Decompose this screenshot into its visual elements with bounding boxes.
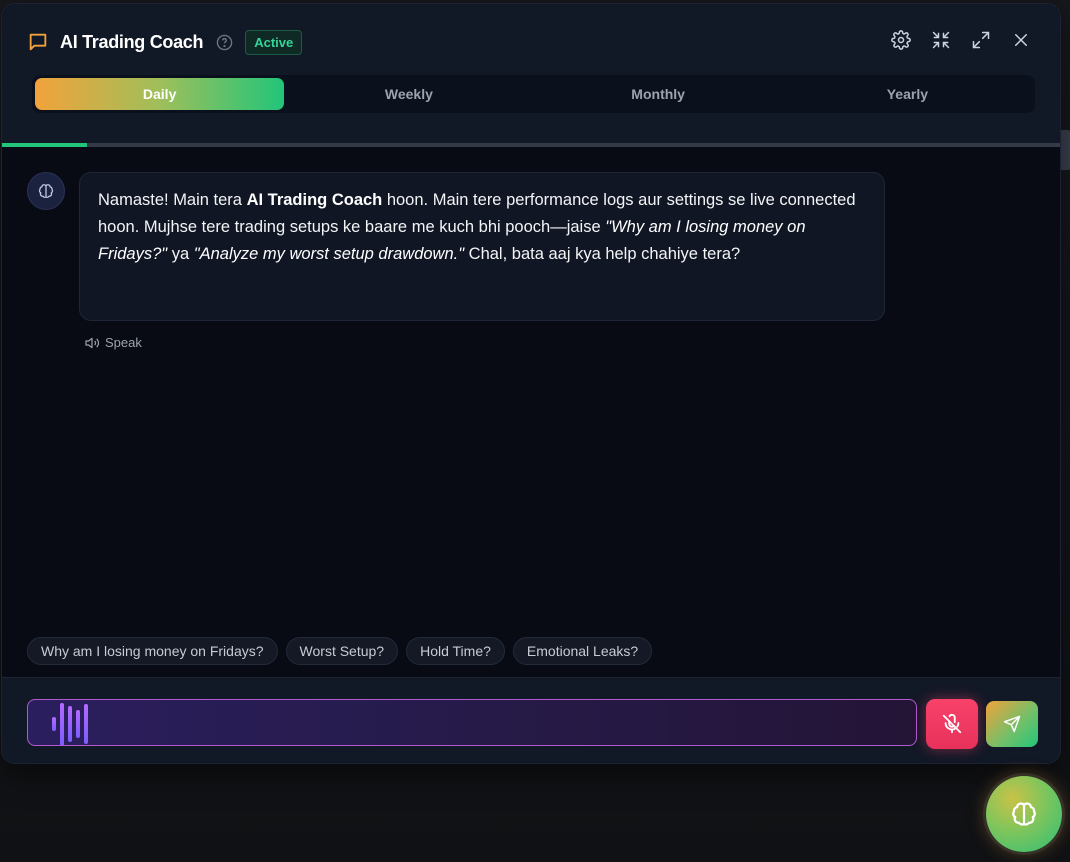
speak-button[interactable]: Speak	[84, 335, 142, 350]
message-text: ya	[167, 245, 194, 263]
close-icon	[1015, 34, 1027, 46]
brain-icon	[1012, 802, 1036, 826]
assistant-message: Namaste! Main tera AI Trading Coach hoon…	[79, 172, 885, 321]
minimize-icon	[932, 31, 950, 49]
help-circle-icon[interactable]	[215, 33, 233, 51]
status-badge: Active	[245, 29, 303, 55]
suggestion-chip[interactable]: Emotional Leaks?	[512, 637, 653, 665]
speak-label: Speak	[105, 335, 142, 350]
voice-input[interactable]	[27, 699, 917, 746]
message-bold: AI Trading Coach	[246, 191, 383, 209]
expand-button[interactable]	[970, 29, 992, 51]
progress-fill	[2, 143, 87, 147]
message-text: Namaste! Main tera	[98, 191, 247, 209]
message-quote: "Analyze my worst setup drawdown."	[193, 245, 465, 263]
audio-waveform	[50, 700, 110, 745]
header-actions	[890, 29, 1032, 51]
send-icon	[1003, 715, 1021, 733]
message-text: Chal, bata aaj kya help chahiye tera?	[464, 245, 741, 263]
settings-button[interactable]	[890, 29, 912, 51]
maximize-icon	[972, 31, 990, 49]
suggestion-chip[interactable]: Worst Setup?	[285, 637, 399, 665]
tab-weekly[interactable]: Weekly	[284, 78, 533, 110]
mic-off-button[interactable]	[926, 699, 978, 749]
speaker-icon	[85, 337, 99, 348]
tab-daily[interactable]: Daily	[35, 78, 285, 110]
composer	[2, 677, 1060, 763]
coach-launcher-button[interactable]	[986, 776, 1062, 852]
suggestion-chip[interactable]: Hold Time?	[406, 637, 505, 665]
suggestion-chips: Why am I losing money on Fridays? Worst …	[27, 637, 653, 665]
gear-icon	[891, 30, 911, 50]
close-button[interactable]	[1010, 29, 1032, 51]
panel-header: AI Trading Coach Active Daily Weekly Mon…	[2, 4, 1060, 143]
page-title: AI Trading Coach	[60, 31, 204, 52]
period-tabs: Daily Weekly Monthly Yearly	[32, 75, 1035, 113]
coach-panel: AI Trading Coach Active Daily Weekly Mon…	[1, 3, 1061, 764]
chat-bubble-icon	[27, 31, 49, 53]
tab-yearly[interactable]: Yearly	[783, 78, 1032, 110]
collapse-button[interactable]	[930, 29, 952, 51]
avatar	[27, 172, 65, 210]
tab-monthly[interactable]: Monthly	[534, 78, 783, 110]
progress-bar	[2, 143, 1060, 147]
suggestion-chip[interactable]: Why am I losing money on Fridays?	[27, 637, 278, 665]
title-row: AI Trading Coach Active	[27, 28, 303, 56]
brain-icon	[38, 184, 54, 198]
mic-off-icon	[942, 713, 962, 734]
send-button[interactable]	[986, 701, 1038, 747]
